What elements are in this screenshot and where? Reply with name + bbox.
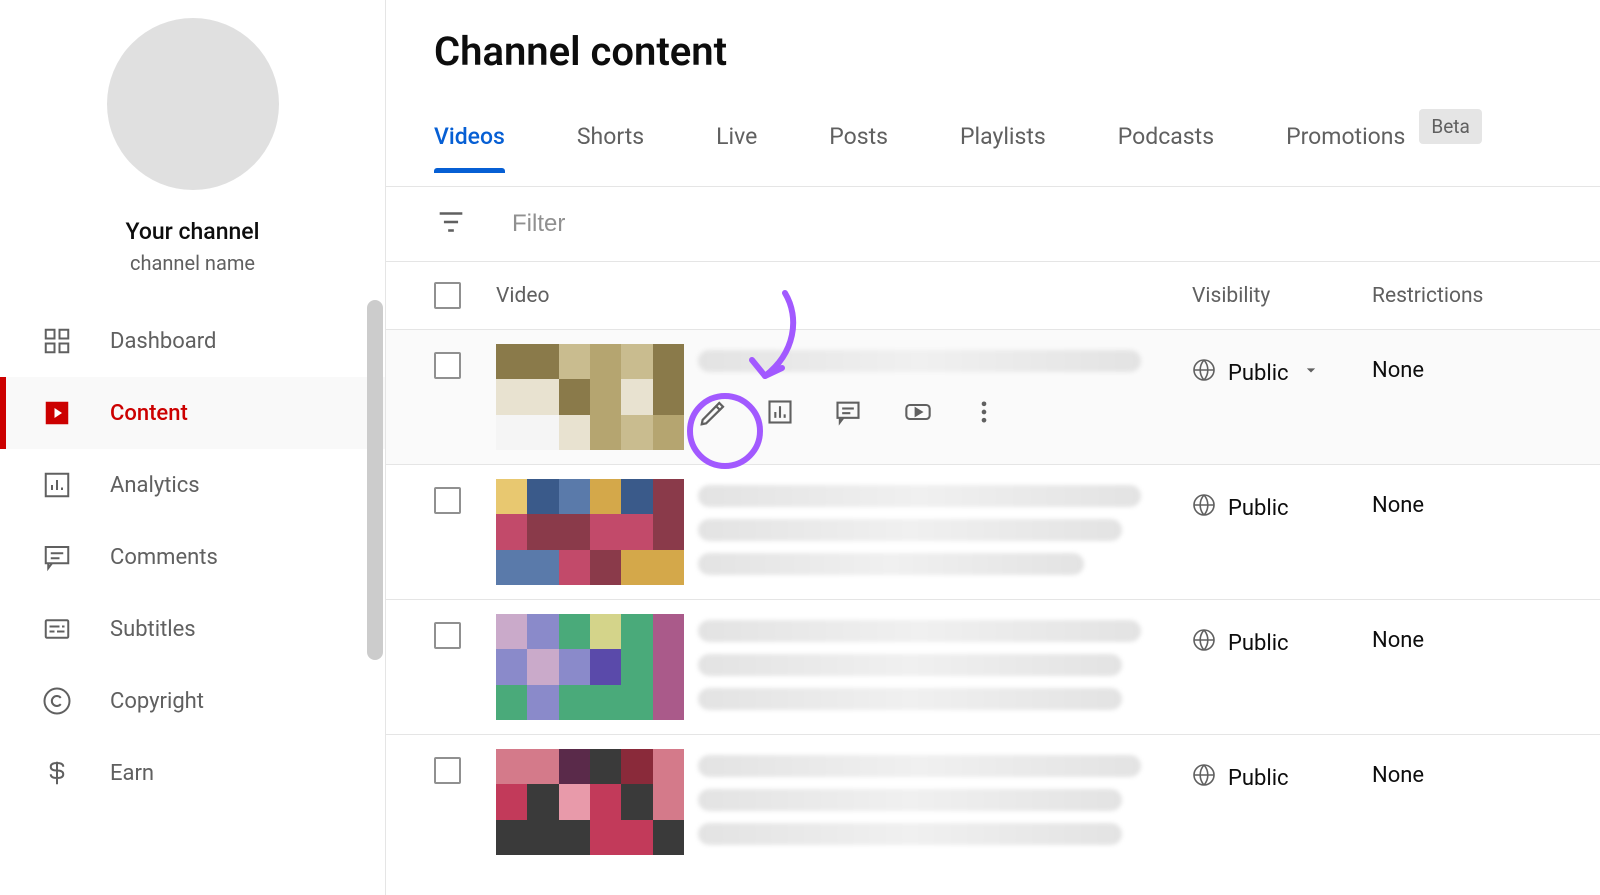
content-icon: [40, 396, 74, 430]
table-row[interactable]: Public None: [386, 465, 1600, 600]
video-desc-blurred: [698, 553, 1084, 575]
dashboard-icon: [40, 324, 74, 358]
video-desc-blurred: [698, 519, 1122, 541]
sidebar-item-label: Dashboard: [110, 329, 216, 354]
filter-input[interactable]: [512, 210, 1552, 238]
subtitles-icon: [40, 612, 74, 646]
video-title-blurred: [698, 755, 1141, 777]
copyright-icon: [40, 684, 74, 718]
restrictions-cell: None: [1372, 479, 1552, 518]
video-title-blurred: [698, 350, 1141, 372]
video-desc-blurred: [698, 823, 1122, 845]
video-thumbnail[interactable]: [496, 479, 684, 585]
visibility-label: Public: [1228, 631, 1289, 656]
video-title-blurred: [698, 620, 1141, 642]
sidebar-item-dashboard[interactable]: Dashboard: [0, 305, 385, 377]
content-tabs: Videos Shorts Live Posts Playlists Podca…: [386, 85, 1600, 187]
beta-badge: Beta: [1419, 109, 1481, 144]
comments-icon: [40, 540, 74, 574]
sidebar-nav: Dashboard Content Analytics Comments: [0, 305, 385, 809]
restrictions-cell: None: [1372, 344, 1552, 383]
restrictions-cell: None: [1372, 614, 1552, 653]
row-checkbox[interactable]: [434, 757, 461, 784]
chevron-down-icon: [1301, 360, 1321, 386]
analytics-icon: [40, 468, 74, 502]
sidebar-scrollbar[interactable]: [367, 300, 383, 660]
visibility-label: Public: [1228, 361, 1289, 386]
profile-section: Your channel channel name: [0, 0, 385, 305]
tab-promotions[interactable]: Promotions Beta: [1286, 109, 1482, 186]
tab-playlists[interactable]: Playlists: [960, 123, 1046, 172]
sidebar-item-content[interactable]: Content: [0, 377, 385, 449]
video-thumbnail[interactable]: [496, 614, 684, 720]
table-row[interactable]: Public None: [386, 600, 1600, 735]
row-checkbox[interactable]: [434, 487, 461, 514]
video-title-blurred: [698, 485, 1141, 507]
sidebar-item-analytics[interactable]: Analytics: [0, 449, 385, 521]
sidebar-item-label: Earn: [110, 761, 154, 786]
sidebar-item-label: Comments: [110, 545, 218, 570]
globe-icon: [1192, 358, 1216, 388]
filter-icon[interactable]: [434, 205, 468, 243]
youtube-watch-icon[interactable]: [902, 398, 930, 426]
visibility-cell[interactable]: Public: [1192, 479, 1372, 523]
visibility-cell[interactable]: Public: [1192, 749, 1372, 793]
more-options-icon[interactable]: [970, 398, 998, 426]
comments-icon[interactable]: [834, 398, 862, 426]
channel-title: Your channel: [126, 218, 260, 245]
video-thumbnail[interactable]: [496, 344, 684, 450]
tab-live[interactable]: Live: [716, 123, 757, 172]
globe-icon: [1192, 763, 1216, 793]
table-header: Video Visibility Restrictions: [386, 262, 1600, 330]
header-video[interactable]: Video: [496, 284, 1192, 308]
tab-label: Promotions: [1286, 123, 1405, 150]
main-content: Channel content Videos Shorts Live Posts…: [386, 0, 1600, 895]
channel-name: channel name: [130, 251, 255, 275]
sidebar-item-label: Subtitles: [110, 617, 196, 642]
header-visibility[interactable]: Visibility: [1192, 284, 1372, 308]
sidebar-item-subtitles[interactable]: Subtitles: [0, 593, 385, 665]
video-rows: Public None Public None: [386, 330, 1600, 869]
visibility-label: Public: [1228, 496, 1289, 521]
sidebar-item-copyright[interactable]: Copyright: [0, 665, 385, 737]
video-desc-blurred: [698, 688, 1122, 710]
globe-icon: [1192, 628, 1216, 658]
row-checkbox[interactable]: [434, 352, 461, 379]
sidebar-item-earn[interactable]: Earn: [0, 737, 385, 809]
page-title: Channel content: [386, 0, 1600, 85]
row-actions: [698, 398, 1180, 426]
select-all-checkbox[interactable]: [434, 282, 461, 309]
tab-podcasts[interactable]: Podcasts: [1118, 123, 1214, 172]
video-thumbnail[interactable]: [496, 749, 684, 855]
filter-row: [386, 187, 1600, 262]
restrictions-cell: None: [1372, 749, 1552, 788]
video-desc-blurred: [698, 789, 1122, 811]
tab-posts[interactable]: Posts: [829, 123, 888, 172]
header-restrictions[interactable]: Restrictions: [1372, 284, 1552, 308]
row-checkbox[interactable]: [434, 622, 461, 649]
video-desc-blurred: [698, 654, 1122, 676]
tab-videos[interactable]: Videos: [434, 123, 505, 172]
tab-shorts[interactable]: Shorts: [577, 123, 644, 172]
sidebar-item-label: Analytics: [110, 473, 200, 498]
visibility-label: Public: [1228, 766, 1289, 791]
visibility-cell[interactable]: Public: [1192, 614, 1372, 658]
edit-pencil-icon[interactable]: [698, 398, 726, 426]
sidebar-item-label: Content: [110, 401, 188, 426]
sidebar-item-label: Copyright: [110, 689, 204, 714]
table-row[interactable]: Public None: [386, 330, 1600, 465]
earn-icon: [40, 756, 74, 790]
visibility-cell[interactable]: Public: [1192, 344, 1372, 388]
sidebar: Your channel channel name Dashboard Cont…: [0, 0, 386, 895]
sidebar-item-comments[interactable]: Comments: [0, 521, 385, 593]
table-row[interactable]: Public None: [386, 735, 1600, 869]
analytics-icon[interactable]: [766, 398, 794, 426]
avatar[interactable]: [107, 18, 279, 190]
globe-icon: [1192, 493, 1216, 523]
